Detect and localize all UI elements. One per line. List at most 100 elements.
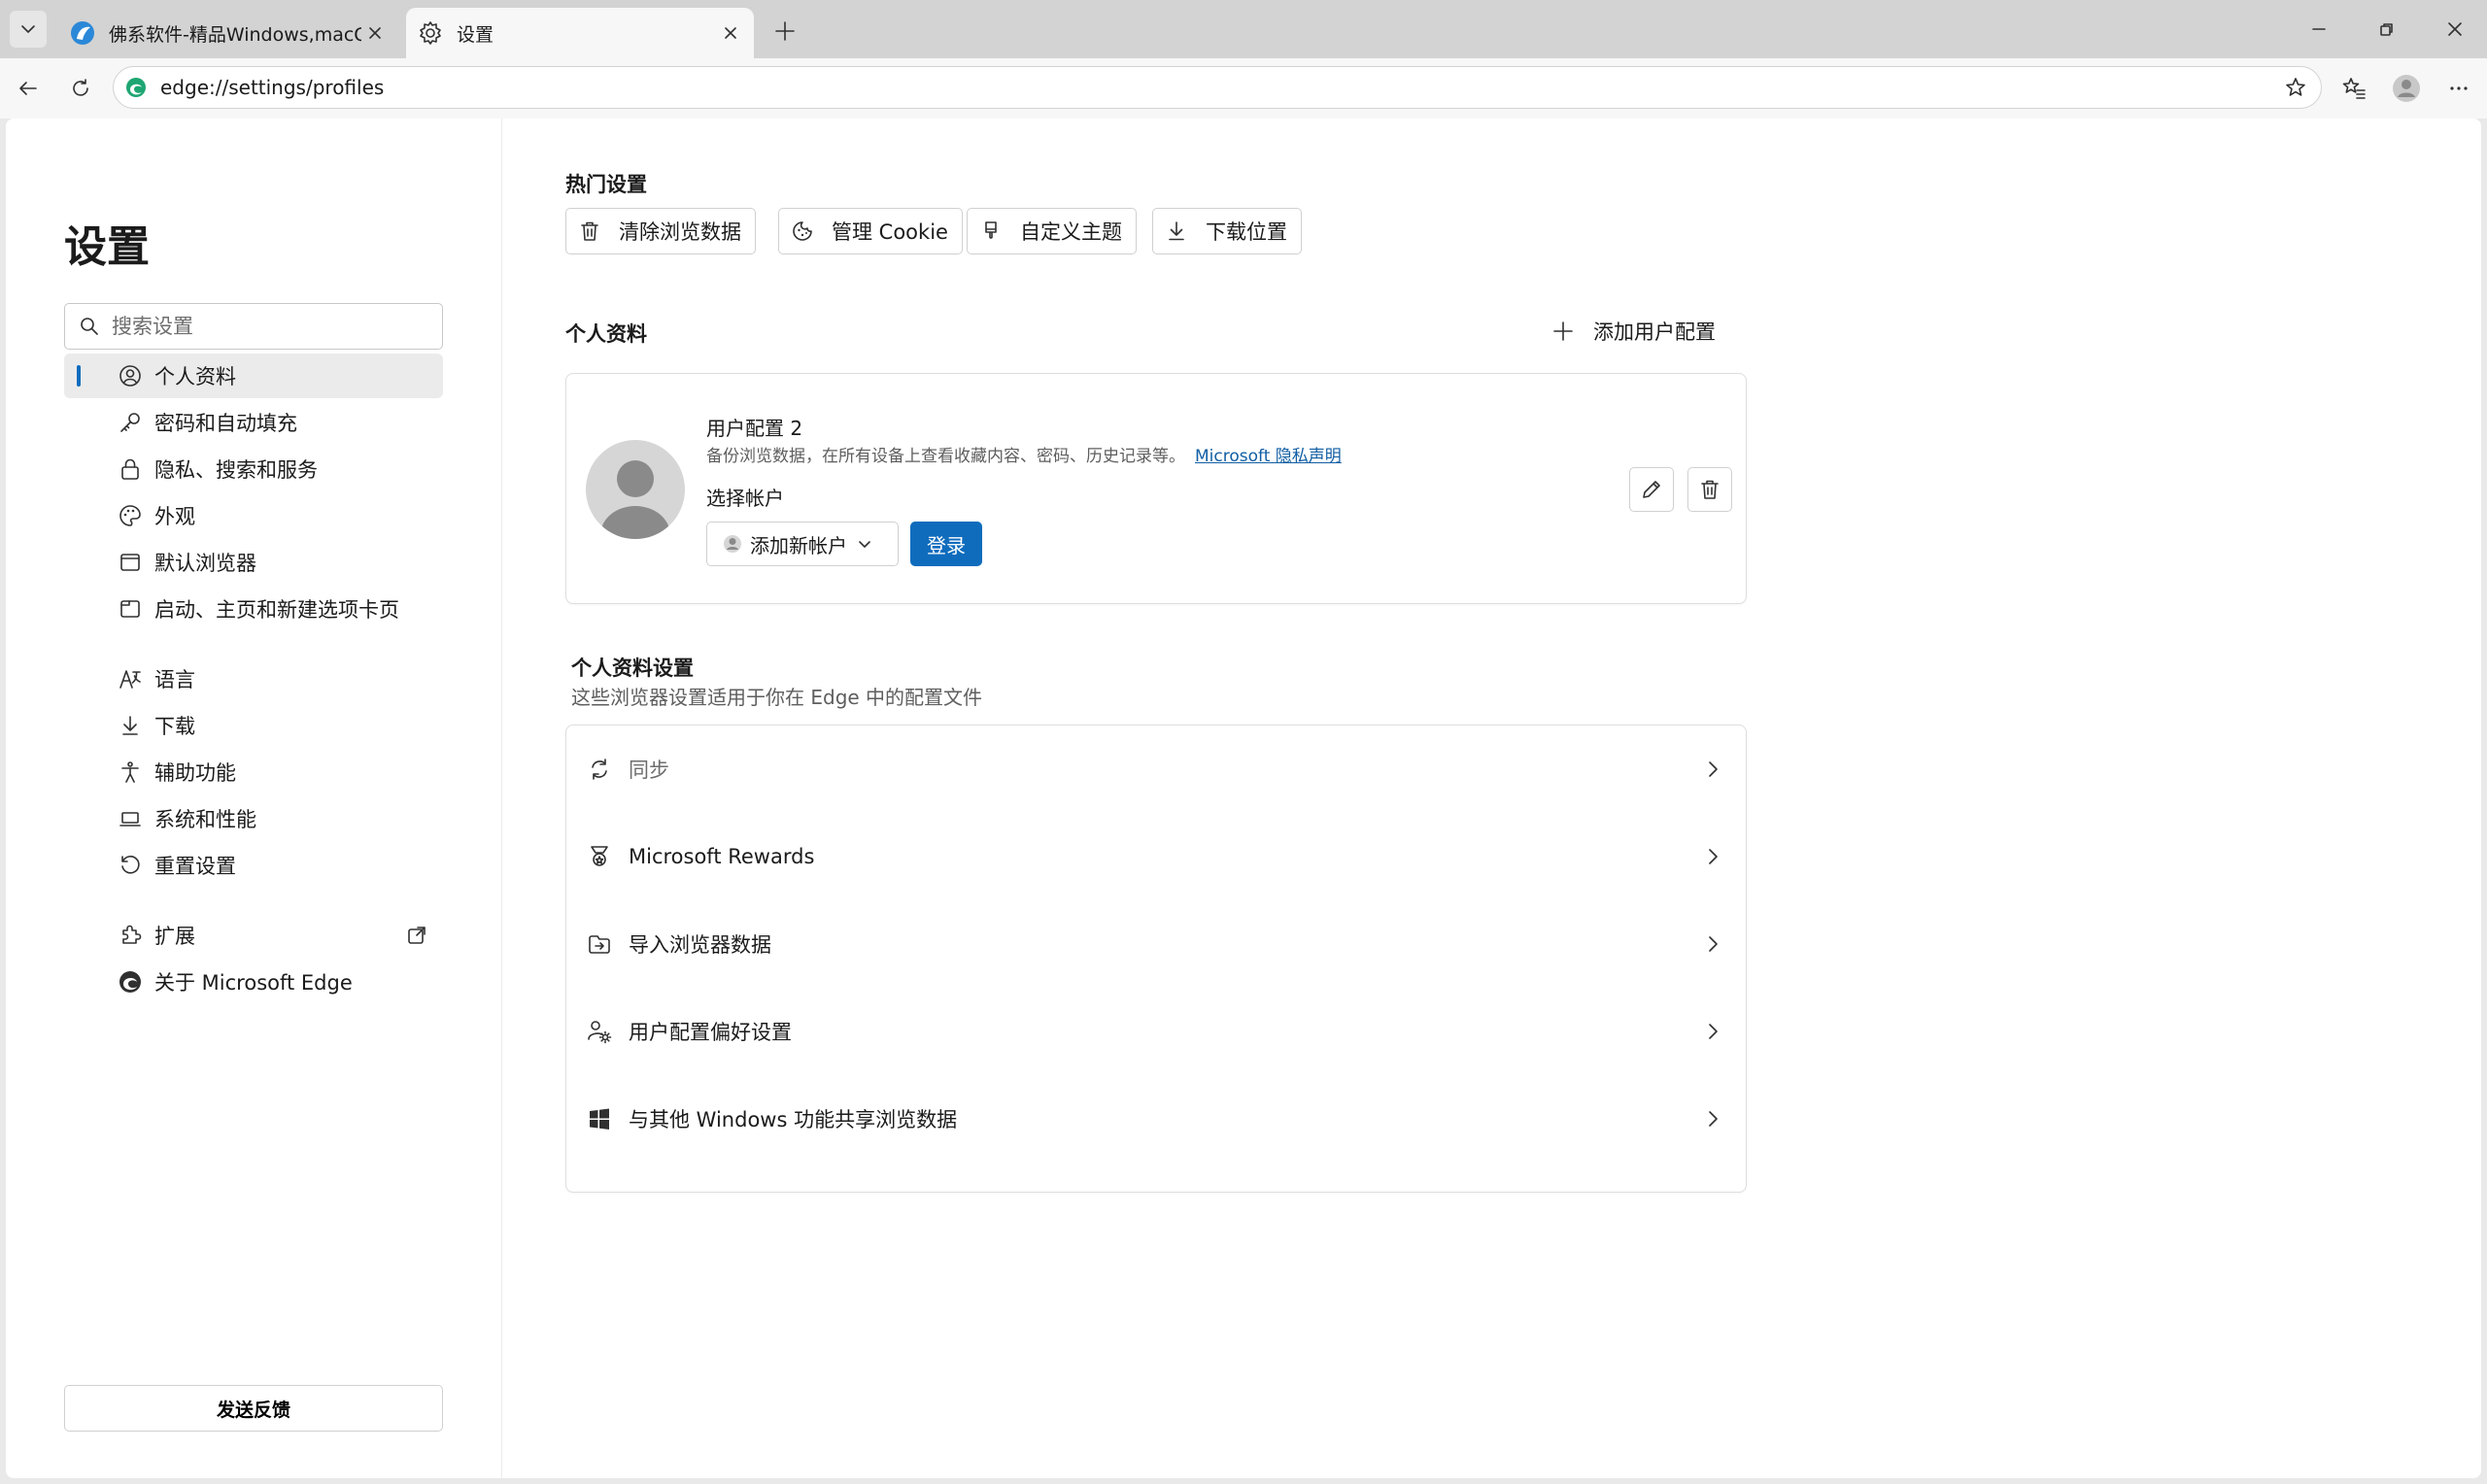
tab-strip: 佛系软件-精品Windows,macOS破解 设置: [0, 0, 2487, 58]
profile-settings-description: 这些浏览器设置适用于你在 Edge 中的配置文件: [571, 686, 983, 709]
tab-fosoft[interactable]: 佛系软件-精品Windows,macOS破解: [58, 8, 398, 58]
sidebar-item-label: 扩展: [154, 925, 195, 948]
trash-icon: [1701, 480, 1719, 499]
clear-browsing-data-button[interactable]: 清除浏览数据: [565, 208, 756, 254]
sidebar-item-languages[interactable]: 语言: [64, 657, 443, 701]
download-location-button[interactable]: 下载位置: [1152, 208, 1302, 254]
arrow-left-icon: [19, 82, 37, 95]
people-settings-icon: [588, 1021, 612, 1044]
tab-close-button[interactable]: [717, 19, 744, 47]
settings-row-share-windows[interactable]: 与其他 Windows 功能共享浏览数据: [566, 1075, 1745, 1163]
browser-toolbar: edge://settings/profiles: [0, 58, 2487, 118]
rewards-icon: [591, 846, 608, 866]
tab-title: 佛系软件-精品Windows,macOS破解: [109, 23, 361, 46]
sidebar-item-label: 隐私、搜索和服务: [154, 458, 318, 482]
sidebar-item-about[interactable]: 关于 Microsoft Edge: [64, 960, 443, 1004]
sidebar-item-appearance[interactable]: 外观: [64, 493, 443, 538]
open-external-icon: [408, 927, 426, 944]
lock-icon: [121, 458, 139, 480]
plus-icon: [775, 21, 795, 41]
sidebar-item-downloads[interactable]: 下载: [64, 703, 443, 748]
favorites-button[interactable]: [2335, 70, 2372, 107]
restore-icon: [2380, 23, 2393, 36]
plus-icon: [1553, 321, 1573, 341]
sidebar-item-extensions[interactable]: 扩展: [64, 913, 443, 958]
sidebar-item-label: 外观: [154, 505, 195, 528]
tab-settings[interactable]: 设置: [406, 8, 754, 58]
sign-in-button[interactable]: 登录: [910, 522, 982, 566]
key-icon: [120, 413, 140, 432]
brush-icon: [985, 221, 997, 239]
profiles-section-title: 个人资料: [565, 322, 647, 346]
sidebar-item-passwords[interactable]: 密码和自动填充: [64, 400, 443, 445]
sidebar-item-label: 关于 Microsoft Edge: [154, 971, 353, 995]
sidebar-item-label: 启动、主页和新建选项卡页: [154, 598, 399, 622]
sidebar-item-default-browser[interactable]: 默认浏览器: [64, 540, 443, 585]
manage-cookies-button[interactable]: 管理 Cookie: [778, 208, 963, 254]
sidebar-item-privacy[interactable]: 隐私、搜索和服务: [64, 447, 443, 491]
palette-icon: [119, 505, 141, 526]
tab-actions-menu-button[interactable]: [10, 11, 47, 48]
sidebar-item-profiles[interactable]: 个人资料: [64, 354, 443, 398]
add-profile-button[interactable]: 添加用户配置: [1550, 317, 1716, 346]
sidebar-item-label: 下载: [154, 715, 195, 738]
sidebar-item-reset[interactable]: 重置设置: [64, 843, 443, 888]
profile-button[interactable]: [2388, 70, 2425, 107]
settings-content: 热门设置 清除浏览数据 管理 Cookie 自定义主题 下载位置 个人资料 添加…: [501, 118, 2481, 1478]
quick-button-label: 清除浏览数据: [619, 220, 741, 244]
sidebar-item-start-home[interactable]: 启动、主页和新建选项卡页: [64, 587, 443, 631]
privacy-statement-link[interactable]: Microsoft 隐私声明: [1195, 447, 1342, 466]
profile-description-text: 备份浏览数据，在所有设备上查看收藏内容、密码、历史记录等。: [706, 447, 1185, 466]
row-label: 同步: [629, 759, 669, 782]
gear-icon: [420, 21, 441, 45]
settings-page: 设置 个人资料 密码和自动填充 隐私、搜索和服务 外观 默认浏览器 启动、主页和…: [6, 118, 2481, 1478]
search-input[interactable]: [110, 314, 425, 339]
settings-row-import-data[interactable]: 导入浏览器数据: [566, 900, 1745, 988]
chevron-right-icon: [1709, 936, 1718, 952]
profile-icon: [119, 365, 141, 387]
delete-profile-button[interactable]: [1687, 467, 1732, 512]
settings-sidebar: 设置 个人资料 密码和自动填充 隐私、搜索和服务 外观 默认浏览器 启动、主页和…: [6, 118, 502, 1478]
accessibility-icon: [121, 761, 139, 783]
sidebar-item-accessibility[interactable]: 辅助功能: [64, 750, 443, 794]
download-icon: [1169, 221, 1184, 241]
settings-row-profile-preferences[interactable]: 用户配置偏好设置: [566, 988, 1745, 1075]
profile-card: 用户配置 2 备份浏览数据，在所有设备上查看收藏内容、密码、历史记录等。 Micr…: [565, 373, 1747, 604]
send-feedback-button[interactable]: 发送反馈: [64, 1385, 443, 1432]
chevron-right-icon: [1709, 761, 1718, 777]
settings-row-sync[interactable]: 同步: [566, 725, 1745, 813]
sidebar-item-system[interactable]: 系统和性能: [64, 796, 443, 841]
customize-theme-button[interactable]: 自定义主题: [967, 208, 1137, 254]
refresh-button[interactable]: [62, 70, 99, 107]
sidebar-item-label: 语言: [154, 668, 195, 691]
account-select[interactable]: 添加新帐户: [706, 522, 899, 566]
hot-settings-title: 热门设置: [565, 173, 647, 196]
restore-button[interactable]: [2353, 0, 2421, 58]
avatar-icon: [2393, 75, 2420, 102]
reset-icon: [121, 856, 140, 874]
chevron-right-icon: [1709, 849, 1718, 864]
row-label: 与其他 Windows 功能共享浏览数据: [629, 1108, 958, 1131]
settings-row-rewards[interactable]: Microsoft Rewards: [566, 813, 1745, 900]
search-box[interactable]: [64, 303, 443, 350]
laptop-icon: [119, 812, 141, 826]
new-tab-button[interactable]: [767, 14, 802, 49]
tab-close-button[interactable]: [361, 19, 389, 47]
language-icon: [119, 670, 141, 689]
close-icon: [2448, 22, 2462, 36]
minimize-icon: [2312, 28, 2326, 30]
row-label: 导入浏览器数据: [629, 933, 771, 957]
tab-title: 设置: [457, 23, 494, 46]
add-favorite-button[interactable]: [2278, 70, 2313, 105]
minimize-button[interactable]: [2285, 0, 2353, 58]
back-button[interactable]: [10, 70, 47, 107]
edit-profile-button[interactable]: [1629, 467, 1674, 512]
settings-more-button[interactable]: [2440, 70, 2477, 107]
address-bar[interactable]: edge://settings/profiles: [113, 66, 2322, 109]
quick-button-label: 管理 Cookie: [832, 220, 948, 244]
chevron-down-icon: [21, 25, 35, 33]
more-icon: [2450, 86, 2468, 90]
window-close-button[interactable]: [2421, 0, 2487, 58]
sidebar-item-label: 重置设置: [154, 855, 236, 878]
search-icon: [81, 318, 98, 335]
